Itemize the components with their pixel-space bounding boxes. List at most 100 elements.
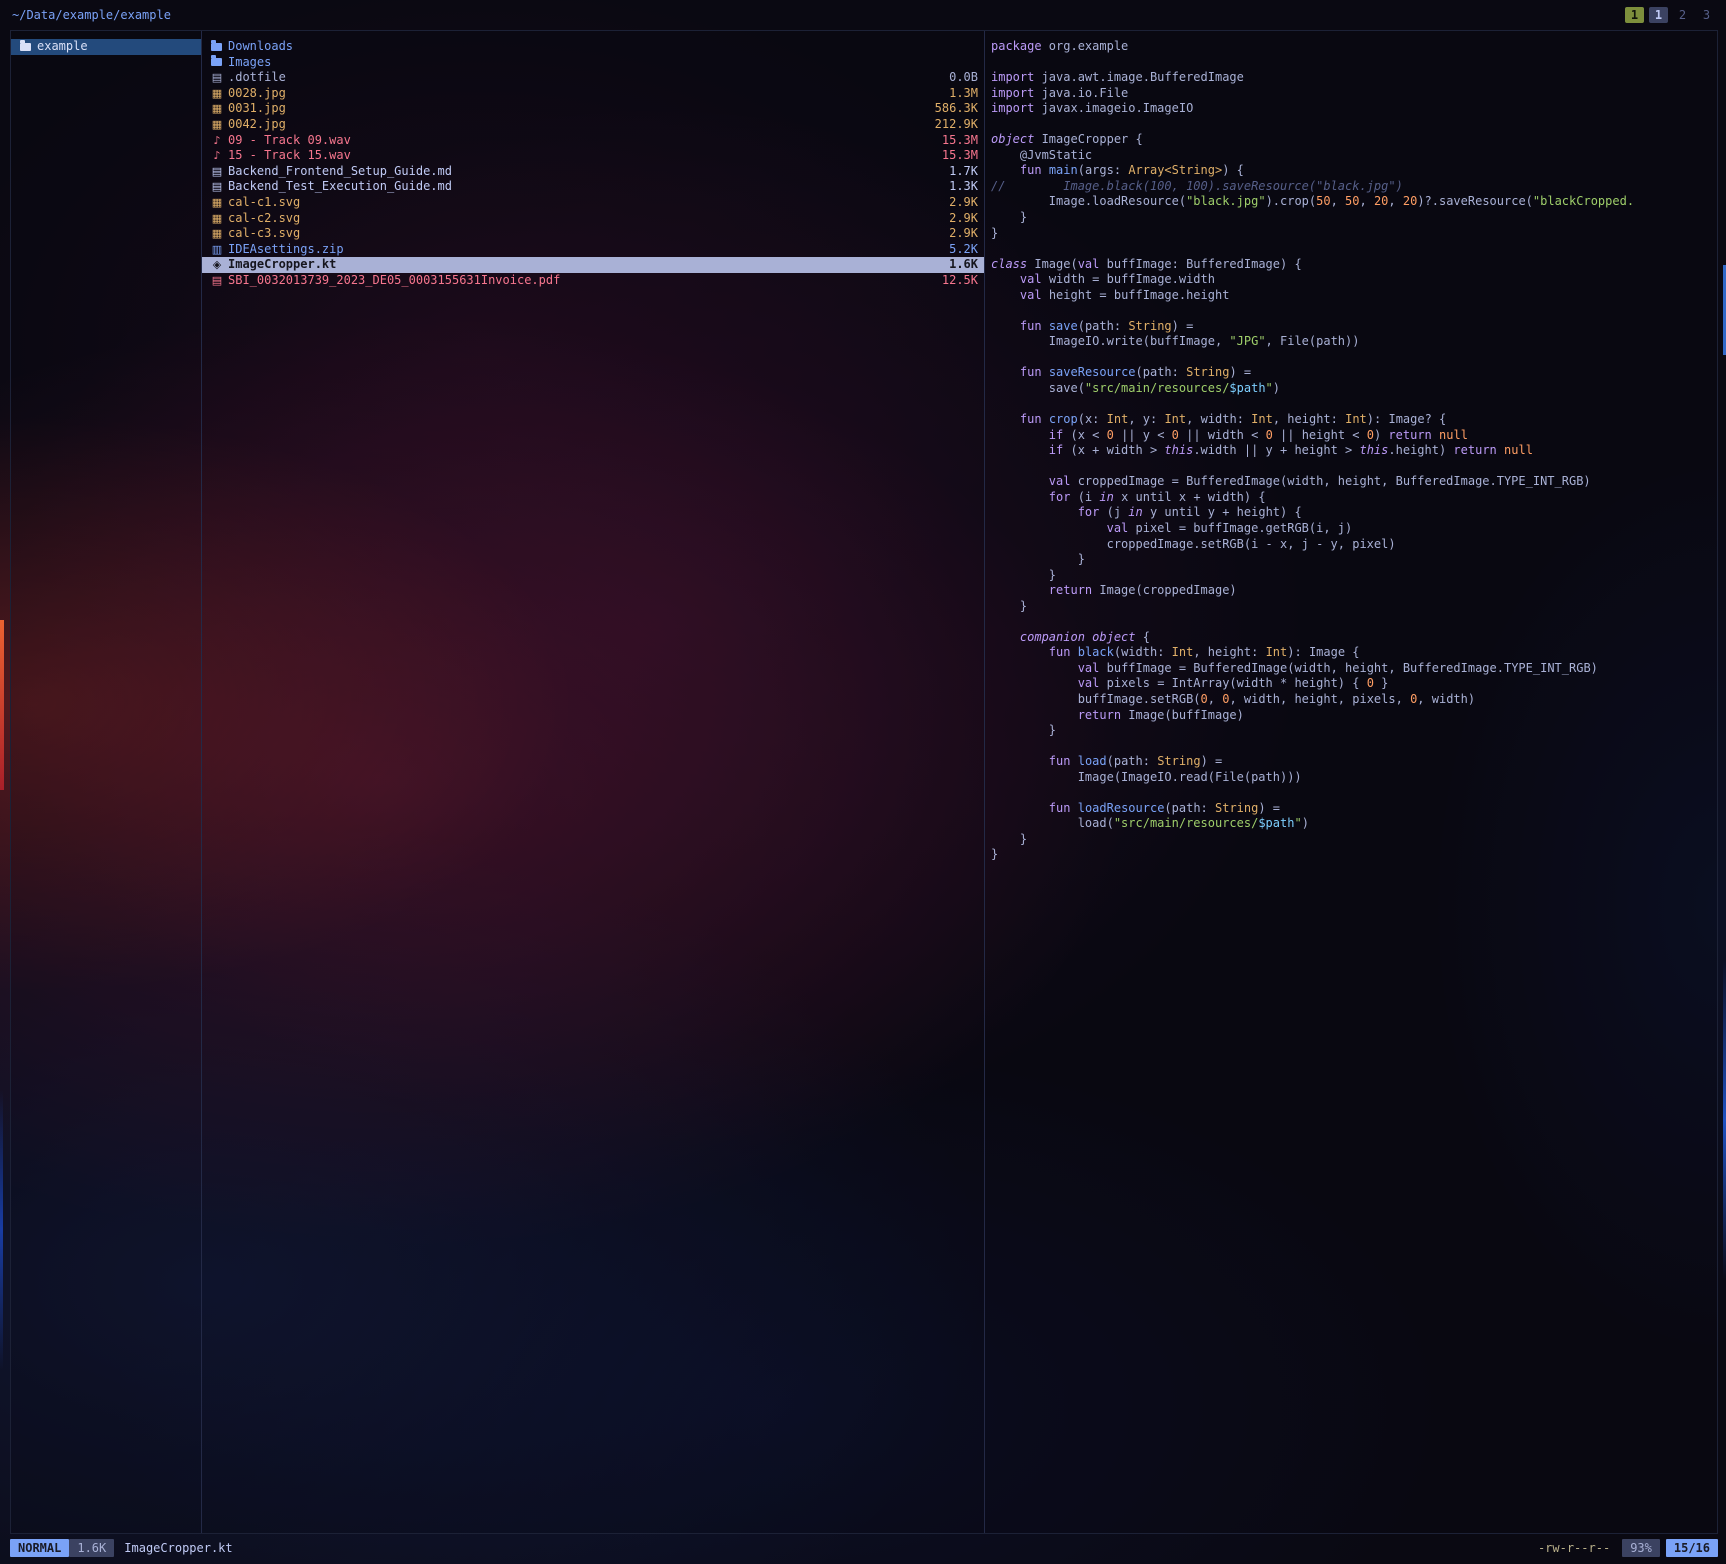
file-icon: [210, 70, 224, 86]
code-icon: [210, 257, 224, 273]
file-name: IDEAsettings.zip: [228, 242, 939, 258]
code-line: class Image(val buffImage: BufferedImage…: [991, 257, 1717, 273]
file-row[interactable]: cal-c1.svg 2.9K: [202, 195, 984, 211]
code-line: if (x + width > this.width || y + height…: [991, 443, 1717, 459]
breadcrumb-path[interactable]: ~/Data/example/example: [12, 8, 171, 22]
code-line: }: [991, 832, 1717, 848]
code-line: [991, 397, 1717, 413]
code-line: fun load(path: String) =: [991, 754, 1717, 770]
code-line: val pixel = buffImage.getRGB(i, j): [991, 521, 1717, 537]
file-size: 2.9K: [949, 195, 978, 211]
file-list: DownloadsImages.dotfile0.0B0028.jpg1.3M0…: [202, 39, 984, 289]
code-line: Image(ImageIO.read(File(path))): [991, 770, 1717, 786]
code-line: croppedImage.setRGB(i - x, j - y, pixel): [991, 537, 1717, 553]
code-line: fun black(width: Int, height: Int): Imag…: [991, 645, 1717, 661]
code-line: }: [991, 552, 1717, 568]
file-size: 0.0B: [949, 70, 978, 86]
code-line: import javax.imageio.ImageIO: [991, 101, 1717, 117]
code-line: [991, 303, 1717, 319]
code-line: }: [991, 210, 1717, 226]
markdown-icon: [210, 179, 224, 195]
pdf-icon: [210, 273, 224, 289]
file-size: 1.7K: [949, 164, 978, 180]
code-line: import java.awt.image.BufferedImage: [991, 70, 1717, 86]
file-row[interactable]: IDEAsettings.zip5.2K: [202, 242, 984, 258]
preview-pane[interactable]: package org.example import java.awt.imag…: [985, 31, 1717, 1533]
file-row[interactable]: cal-c3.svg2.9K: [202, 226, 984, 242]
code-line: fun save(path: String) =: [991, 319, 1717, 335]
tab-3[interactable]: 3: [1697, 7, 1716, 23]
status-filename: ImageCropper.kt: [124, 1541, 232, 1555]
code-line: [991, 241, 1717, 257]
file-row[interactable]: 0042.jpg212.9K: [202, 117, 984, 133]
code-line: [991, 117, 1717, 133]
file-name: cal-c1.svg: [228, 195, 939, 211]
file-size: 15.3M: [942, 133, 978, 149]
file-name: SBI_0032013739_2023_DE05_0003155631Invoi…: [228, 273, 932, 289]
code-line: import java.io.File: [991, 86, 1717, 102]
file-size: 1.3K: [949, 179, 978, 195]
code-line: fun crop(x: Int, y: Int, width: Int, hei…: [991, 412, 1717, 428]
file-row[interactable]: 0028.jpg1.3M: [202, 86, 984, 102]
file-size: 1.3M: [949, 86, 978, 102]
status-right: -rw-r--r-- 93% 15/16: [1538, 1539, 1718, 1557]
file-name: cal-c2.svg: [228, 211, 939, 227]
file-row[interactable]: cal-c2.svg 2.9K: [202, 211, 984, 227]
file-row[interactable]: Backend_Test_Execution_Guide.md1.3K: [202, 179, 984, 195]
file-pane[interactable]: DownloadsImages.dotfile0.0B0028.jpg1.3M0…: [202, 31, 985, 1533]
file-name: Backend_Frontend_Setup_Guide.md: [228, 164, 939, 180]
file-row[interactable]: SBI_0032013739_2023_DE05_0003155631Invoi…: [202, 273, 984, 289]
file-row[interactable]: ImageCropper.kt1.6K: [202, 257, 984, 273]
file-row[interactable]: Backend_Frontend_Setup_Guide.md 1.7K: [202, 164, 984, 180]
file-name: 0031.jpg: [228, 101, 925, 117]
tab-bar: 1123: [1625, 7, 1716, 23]
code-line: [991, 739, 1717, 755]
image-icon: [210, 117, 224, 133]
mode-badge: NORMAL: [10, 1539, 69, 1557]
file-row[interactable]: Images: [202, 55, 984, 71]
status-bar: NORMAL 1.6K ImageCropper.kt -rw-r--r-- 9…: [10, 1538, 1718, 1557]
file-row[interactable]: .dotfile0.0B: [202, 70, 984, 86]
file-name: 09 - Track 09.wav: [228, 133, 932, 149]
vector-icon: [210, 226, 224, 242]
code-line: // Image.black(100, 100).saveResource("b…: [991, 179, 1717, 195]
code-line: Image.loadResource("black.jpg").crop(50,…: [991, 194, 1717, 210]
tab-2[interactable]: 2: [1673, 7, 1692, 23]
file-size: 2.9K: [949, 211, 978, 227]
file-size: 15.3M: [942, 148, 978, 164]
code-line: ImageIO.write(buffImage, "JPG", File(pat…: [991, 334, 1717, 350]
code-line: val width = buffImage.width: [991, 272, 1717, 288]
code-line: if (x < 0 || y < 0 || width < 0 || heigh…: [991, 428, 1717, 444]
code-line: for (i in x until x + width) {: [991, 490, 1717, 506]
code-line: @JvmStatic: [991, 148, 1717, 164]
file-manager-panes: example DownloadsImages.dotfile0.0B0028.…: [10, 30, 1718, 1534]
file-name: ImageCropper.kt: [228, 257, 939, 273]
scroll-progress-badge: 93%: [1622, 1539, 1660, 1557]
tab-1[interactable]: 1: [1649, 7, 1668, 23]
code-line: [991, 350, 1717, 366]
wallpaper-accent-blue-left: [0, 1090, 3, 1370]
parent-pane[interactable]: example: [11, 31, 202, 1533]
folder-icon: [211, 43, 222, 51]
folder-icon: [20, 43, 31, 51]
terminal-screen: ~/Data/example/example 1123 example Down…: [0, 0, 1726, 1564]
permissions-text: -rw-r--r--: [1538, 1541, 1610, 1555]
file-row[interactable]: 15 - Track 15.wav15.3M: [202, 148, 984, 164]
audio-icon: [210, 148, 224, 164]
file-row[interactable]: 0031.jpg586.3K: [202, 101, 984, 117]
markdown-icon: [210, 164, 224, 180]
tab-1[interactable]: 1: [1625, 7, 1644, 23]
file-name: example: [37, 39, 185, 55]
code-line: fun saveResource(path: String) =: [991, 365, 1717, 381]
file-row[interactable]: 09 - Track 09.wav 15.3M: [202, 133, 984, 149]
image-icon: [210, 101, 224, 117]
code-line: val height = buffImage.height: [991, 288, 1717, 304]
code-line: val buffImage = BufferedImage(width, hei…: [991, 661, 1717, 677]
code-line: load("src/main/resources/$path"): [991, 816, 1717, 832]
file-name: cal-c3.svg: [228, 226, 939, 242]
file-size-badge: 1.6K: [69, 1539, 114, 1557]
file-row[interactable]: example: [11, 39, 201, 55]
code-line: companion object {: [991, 630, 1717, 646]
file-row[interactable]: Downloads: [202, 39, 984, 55]
parent-list: example: [11, 39, 201, 55]
